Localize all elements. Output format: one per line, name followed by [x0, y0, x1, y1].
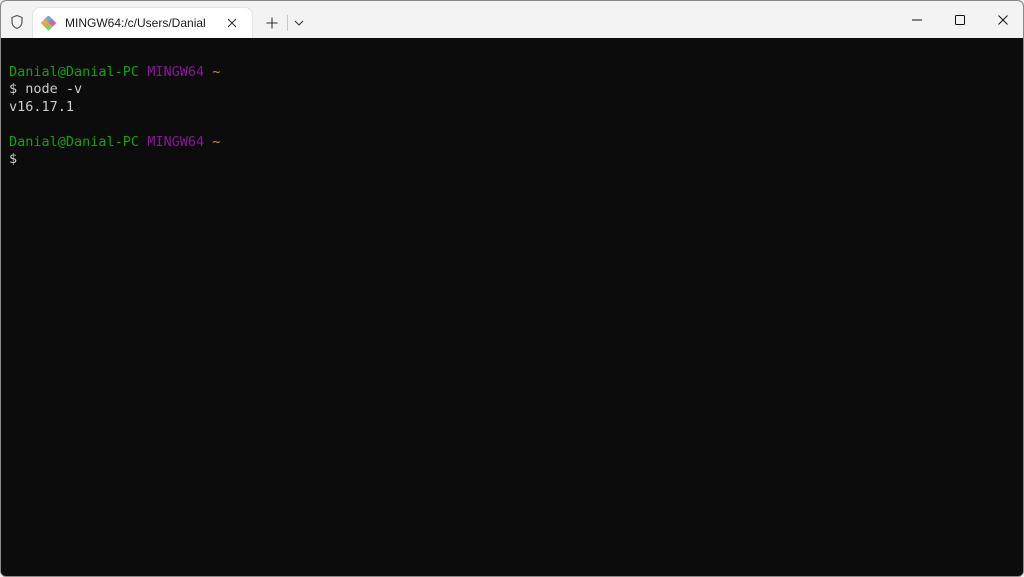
plus-icon: [266, 17, 278, 29]
tab-title: MINGW64:/c/Users/Danial: [65, 16, 206, 30]
terminal-window: MINGW64:/c/Users/Danial Danial@Danial-PC…: [0, 0, 1024, 577]
terminal-lines: Danial@Danial-PC MINGW64 ~ $ node -v v16…: [9, 64, 220, 168]
title-bar: MINGW64:/c/Users/Danial: [1, 1, 1023, 38]
command-line: $: [9, 150, 18, 167]
chevron-down-icon: [294, 20, 304, 26]
close-icon[interactable]: [223, 14, 241, 32]
minimize-icon: [912, 19, 922, 20]
close-icon: [998, 14, 1008, 25]
profile-dropdown-button[interactable]: [289, 11, 309, 35]
prompt-path: ~: [212, 64, 221, 80]
new-tab-button[interactable]: [260, 11, 284, 35]
command-line: $ node -v: [9, 81, 83, 98]
maximize-button[interactable]: [937, 1, 983, 38]
close-window-button[interactable]: [980, 1, 1023, 38]
prompt-line: Danial@Danial-PC MINGW64 ~: [9, 134, 220, 151]
terminal-output[interactable]: Danial@Danial-PC MINGW64 ~ $ node -v v16…: [1, 38, 1023, 576]
tab-divider: [287, 15, 288, 31]
maximize-icon: [955, 14, 965, 25]
prompt-line: Danial@Danial-PC MINGW64 ~: [9, 64, 220, 81]
tab-mingw64[interactable]: MINGW64:/c/Users/Danial: [33, 8, 252, 38]
shield-icon[interactable]: [5, 10, 29, 34]
output-line: v16.17.1: [9, 98, 75, 115]
prompt-user-host: Danial@Danial-PC: [9, 133, 140, 150]
prompt-env: MINGW64: [147, 133, 205, 150]
minimize-button[interactable]: [894, 1, 940, 38]
git-bash-icon: [40, 15, 57, 31]
prompt-env: MINGW64: [147, 64, 205, 80]
prompt-user-host: Danial@Danial-PC: [9, 64, 140, 80]
prompt-path: ~: [212, 133, 221, 150]
